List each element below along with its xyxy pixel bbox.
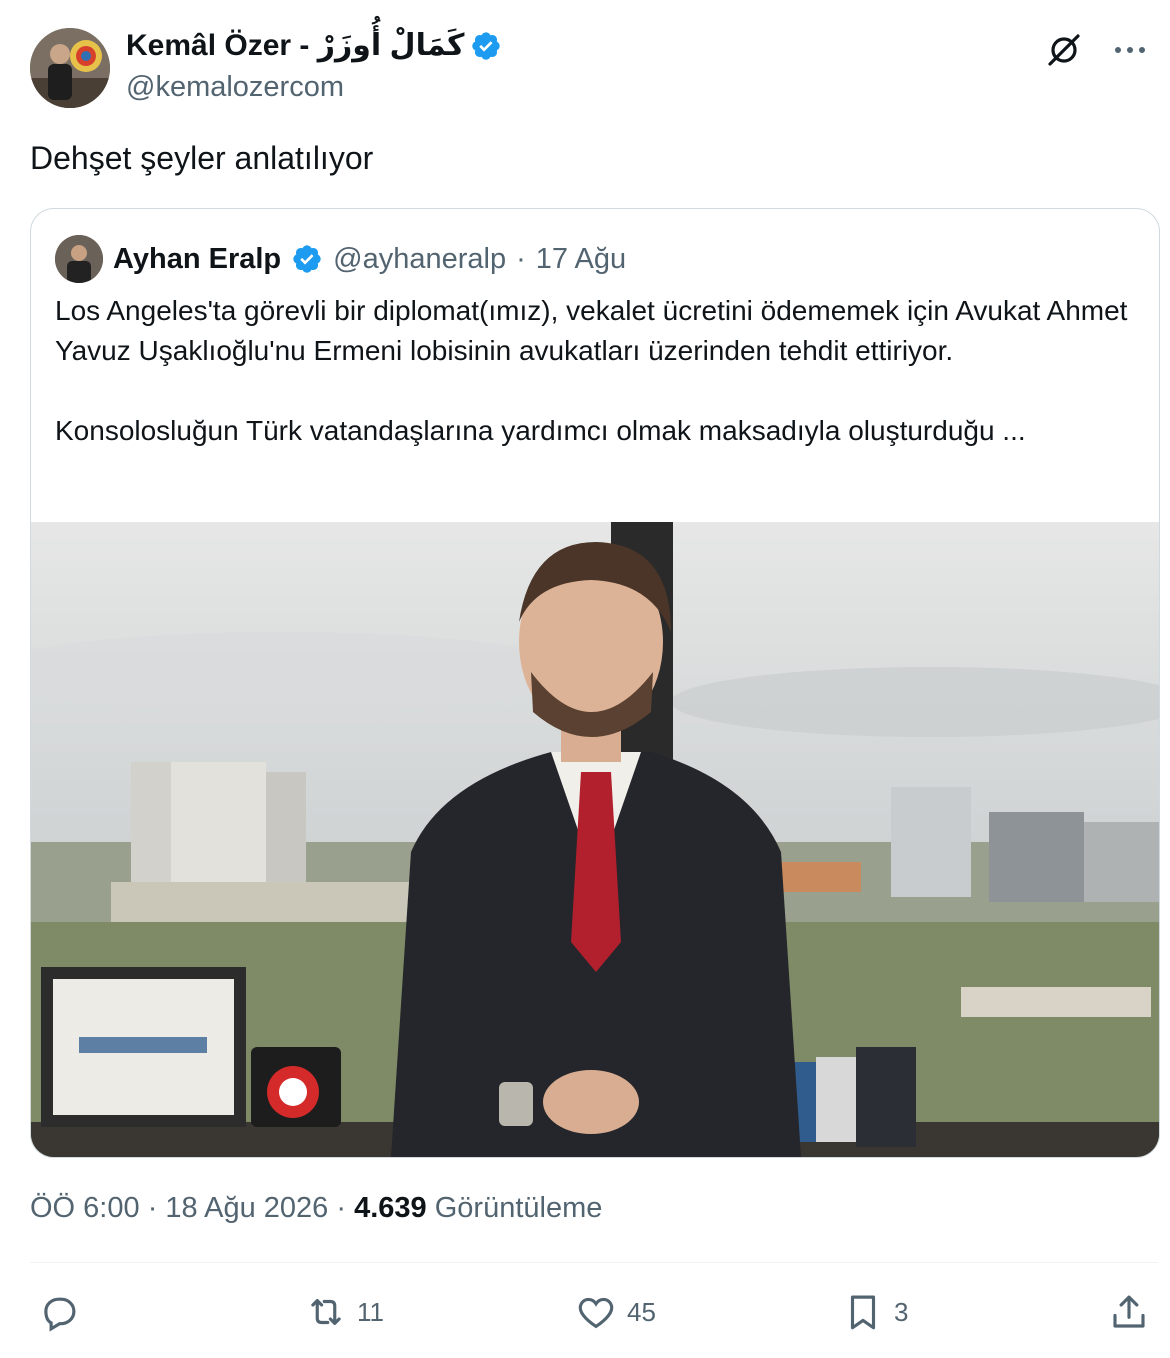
quoted-date: 17 Ağu <box>535 242 627 275</box>
bookmark-count: 3 <box>894 1296 909 1327</box>
author-name-row[interactable]: Kemâl Özer - كَمَالْ أُوزَرْ <box>126 28 502 63</box>
meta-separator: · <box>147 1192 158 1224</box>
more-options-icon[interactable] <box>1112 32 1148 68</box>
tweet-action-bar: 11 45 3 <box>0 1285 1170 1341</box>
author-avatar-image <box>30 28 110 108</box>
like-count: 45 <box>627 1296 656 1327</box>
quoted-video-media[interactable] <box>31 522 1159 1157</box>
reply-button[interactable] <box>38 1291 90 1333</box>
author-name[interactable]: Kemâl Özer - كَمَالْ أُوزَرْ <box>126 28 464 63</box>
quoted-author-handle: @ayhaneralp <box>333 242 507 275</box>
verified-badge-icon <box>472 31 501 60</box>
quoted-author-avatar-image <box>55 235 103 283</box>
bookmark-icon <box>850 1295 876 1330</box>
reply-icon <box>44 1297 76 1332</box>
retweet-count: 11 <box>357 1296 384 1327</box>
quoted-paragraph-1: Los Angeles'ta görevli bir diplomat(ımız… <box>55 295 1128 366</box>
grok-icon[interactable] <box>1044 30 1084 70</box>
author-avatar[interactable] <box>30 28 110 108</box>
author-handle[interactable]: @kemalozercom <box>126 71 344 104</box>
like-button[interactable]: 45 <box>575 1291 656 1333</box>
tweet-meta: ÖÖ 6:00 · 18 Ağu 2026 · 4.639 Görüntülem… <box>30 1192 602 1225</box>
tweet-date[interactable]: 18 Ağu 2026 <box>165 1192 328 1224</box>
verified-badge-icon <box>293 245 321 273</box>
quoted-paragraph-2: Konsolosluğun Türk vatandaşlarına yardım… <box>55 415 1026 446</box>
divider <box>30 1262 1158 1263</box>
share-icon <box>1113 1295 1145 1328</box>
quoted-author-name: Ayhan Eralp <box>113 242 282 275</box>
quoted-tweet-header: Ayhan Eralp @ayhaneralp · 17 Ağu <box>55 235 626 283</box>
quoted-tweet-text: Los Angeles'ta görevli bir diplomat(ımız… <box>55 291 1145 451</box>
views-label: Görüntüleme <box>434 1192 603 1224</box>
meta-separator: · <box>336 1192 347 1224</box>
quoted-tweet[interactable]: Ayhan Eralp @ayhaneralp · 17 Ağu Los Ang… <box>30 208 1160 1158</box>
share-button[interactable] <box>1108 1291 1150 1333</box>
bookmark-button[interactable]: 3 <box>842 1291 908 1333</box>
heart-icon <box>578 1297 614 1329</box>
retweet-button[interactable]: 11 <box>305 1291 384 1333</box>
retweet-icon <box>311 1299 341 1325</box>
quoted-author-avatar <box>55 235 103 283</box>
quoted-separator: · <box>516 242 526 275</box>
tweet-time[interactable]: ÖÖ 6:00 <box>30 1192 140 1224</box>
tweet-top-actions <box>1044 30 1148 70</box>
views-count: 4.639 <box>354 1192 427 1224</box>
tweet-text: Dehşet şeyler anlatılıyor <box>30 140 374 176</box>
